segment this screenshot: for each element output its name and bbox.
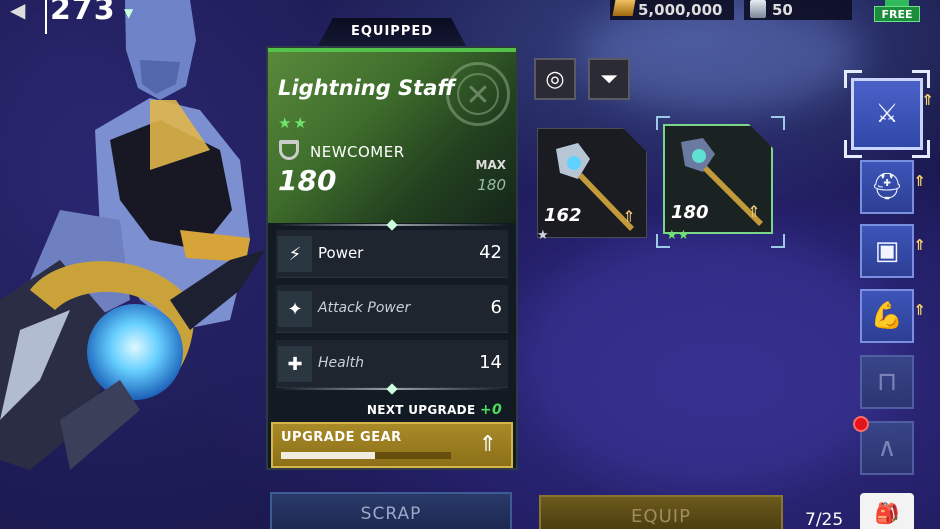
stat-label: Attack Power <box>318 300 411 316</box>
stat-row-health: ✚ Health 14 <box>276 340 508 388</box>
upgrade-gear-label: UPGRADE GEAR <box>281 430 402 445</box>
section-divider <box>276 224 508 226</box>
free-badge[interactable]: FREE <box>874 6 920 22</box>
gold-amount: 5,000,000 <box>638 1 723 19</box>
helmet-slot[interactable]: ⛑ ⇑ <box>860 160 926 214</box>
gear-level: 180 <box>671 202 709 223</box>
sword-icon: ⚔ <box>875 99 899 129</box>
stat-row-power: ⚡ Power 42 <box>276 230 508 278</box>
gear-level: 162 <box>544 205 582 226</box>
upgrade-arrow-icon: ⇑ <box>913 301 926 319</box>
max-label: MAX <box>475 158 506 172</box>
silver-amount: 50 <box>772 1 793 19</box>
chevron-down-icon[interactable]: ▼ <box>124 6 133 20</box>
armor-icon: ▣ <box>874 236 900 266</box>
shield-emblem-icon: ✕ <box>446 62 510 126</box>
next-upgrade-label: NEXT UPGRADE <box>366 403 476 417</box>
next-upgrade-value: +0 <box>479 402 502 418</box>
legs-slot[interactable]: ⊓ <box>860 355 914 409</box>
item-stars: ★★ <box>278 114 309 132</box>
upgrade-progress-bar <box>281 452 451 459</box>
tier-shield-icon <box>279 140 299 160</box>
power-counter: 273 <box>50 0 116 27</box>
compare-icon[interactable]: ◎ <box>534 58 576 100</box>
gear-item[interactable]: 162 ⇑ <box>537 128 647 238</box>
equip-button[interactable]: EQUIP <box>539 495 783 529</box>
health-icon: ✚ <box>278 346 312 382</box>
gear-item-selected[interactable]: 180 ⇑ <box>663 124 773 234</box>
boots-icon: ∧ <box>877 433 897 463</box>
upgrade-arrow-icon: ⇑ <box>622 207 636 226</box>
selection-corner <box>656 234 670 248</box>
top-hud: ◀ 273 ▼ 5,000,000 50 FREE <box>0 0 940 34</box>
item-level: 180 <box>278 164 337 197</box>
equipped-tab: EQUIPPED <box>318 18 466 46</box>
upgrade-arrow-icon: ⇑ <box>913 236 926 254</box>
upgrade-arrow-icon: ⇑ <box>913 172 926 190</box>
next-upgrade: NEXT UPGRADE +0 <box>367 402 502 418</box>
helmet-icon: ⛑ <box>870 172 904 202</box>
stat-value: 14 <box>479 352 502 373</box>
legs-icon: ⊓ <box>876 367 898 397</box>
attack-power-icon: ✦ <box>278 291 312 327</box>
card-header: ✕ Lightning Staff ★★ NEWCOMER 180 MAX 18… <box>268 48 516 223</box>
upgrade-progress-fill <box>281 452 375 459</box>
upgrade-gear-button[interactable]: UPGRADE GEAR ⇑ <box>271 422 513 468</box>
backpack-icon[interactable]: 🎒 <box>860 493 914 529</box>
silver-icon <box>750 0 766 18</box>
hud-divider <box>45 0 47 34</box>
stat-value: 6 <box>490 297 502 318</box>
notification-dot <box>853 416 869 432</box>
stat-row-attack-power: ✦ Attack Power 6 <box>276 285 508 333</box>
scrap-button[interactable]: SCRAP <box>270 492 512 529</box>
max-value: 180 <box>477 176 506 194</box>
stat-label: Power <box>318 244 364 262</box>
stat-value: 42 <box>479 242 502 263</box>
arm-slot[interactable]: 💪 ⇑ <box>860 289 926 343</box>
item-name: Lightning Staff <box>278 76 455 100</box>
hero-character <box>0 0 265 470</box>
upgrade-arrow-icon: ⇑ <box>478 432 497 457</box>
stat-label: Health <box>318 355 364 371</box>
gear-stars: ★ <box>537 228 549 243</box>
gold-icon <box>612 0 636 16</box>
inventory-count: 7/25 <box>805 510 844 529</box>
game-scene: ◀ 273 ▼ 5,000,000 50 FREE EQUIPPED ✕ Lig… <box>0 0 940 529</box>
nebula-glow <box>520 230 900 490</box>
upgrade-arrow-icon: ⇑ <box>921 91 934 109</box>
section-divider <box>276 388 508 390</box>
item-detail-card: ✕ Lightning Staff ★★ NEWCOMER 180 MAX 18… <box>266 46 518 470</box>
selection-corner <box>656 116 670 130</box>
armor-slot[interactable]: ▣ ⇑ <box>860 224 926 278</box>
selection-corner <box>771 116 785 130</box>
rarity-bar <box>268 48 516 52</box>
back-arrow-icon[interactable]: ◀ <box>10 0 25 22</box>
gold-currency[interactable]: 5,000,000 <box>610 0 734 20</box>
silver-currency[interactable]: 50 <box>744 0 852 20</box>
boots-slot[interactable]: ∧ <box>860 421 914 475</box>
upgrade-arrow-icon: ⇑ <box>747 202 761 221</box>
selection-corner <box>771 234 785 248</box>
item-tier: NEWCOMER <box>310 143 405 161</box>
weapon-slot[interactable]: ⚔ ⇑ <box>851 78 934 150</box>
arm-icon: 💪 <box>870 301 904 331</box>
lightning-icon: ⚡ <box>278 236 312 272</box>
filter-icon[interactable]: ⏷ <box>588 58 630 100</box>
